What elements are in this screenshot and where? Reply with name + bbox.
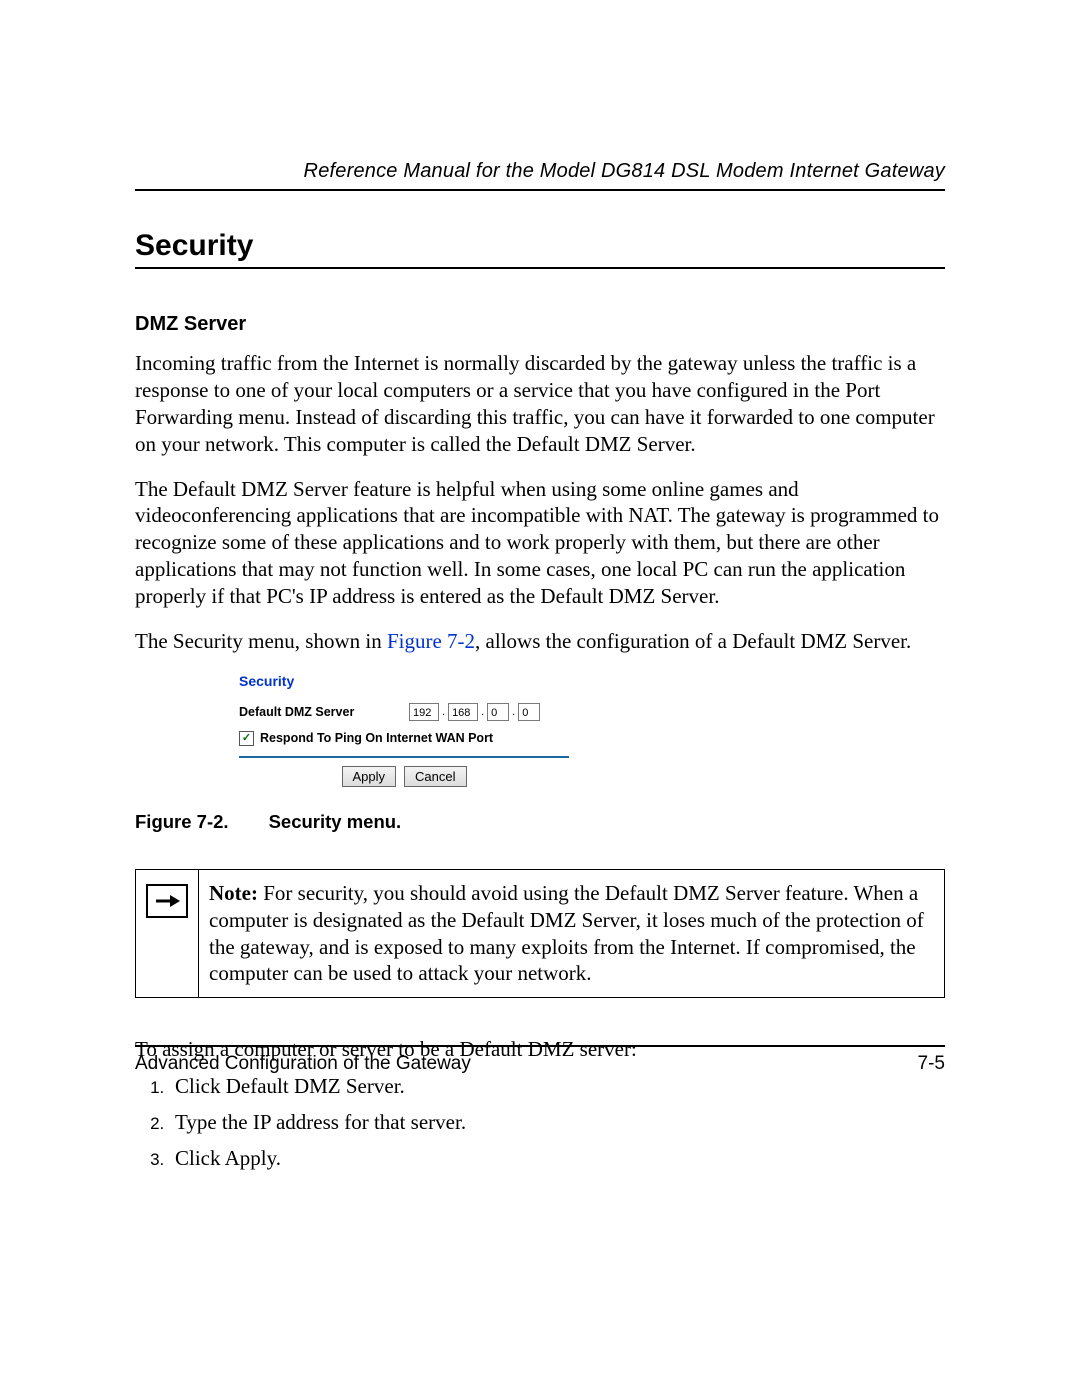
respond-ping-label: Respond To Ping On Internet WAN Port: [260, 731, 493, 745]
ip-dot: .: [442, 706, 445, 718]
footer-page-number: 7-5: [918, 1053, 945, 1075]
dmz-label: Default DMZ Server: [239, 705, 409, 719]
respond-ping-checkbox[interactable]: ✓: [239, 731, 254, 746]
para3-text-b: , allows the configuration of a Default …: [475, 629, 911, 653]
note-label: Note:: [209, 881, 258, 905]
note-icon-cell: [136, 870, 199, 998]
panel-heading: Security: [239, 673, 589, 689]
panel-divider: [239, 756, 569, 758]
header-rule: [135, 189, 945, 191]
figure-reference-link[interactable]: Figure 7-2: [387, 629, 475, 653]
running-header: Reference Manual for the Model DG814 DSL…: [135, 160, 945, 183]
dmz-ip-octet-3[interactable]: 0: [487, 703, 509, 721]
ip-dot: .: [512, 706, 515, 718]
apply-button[interactable]: Apply: [342, 766, 397, 787]
security-panel: Security Default DMZ Server 192 . 168 . …: [239, 673, 589, 787]
dmz-ip-octet-1[interactable]: 192: [409, 703, 439, 721]
ip-dot: .: [481, 706, 484, 718]
figure-title: Security menu.: [269, 811, 402, 832]
footer-rule: [135, 1045, 945, 1047]
footer-chapter: Advanced Configuration of the Gateway: [135, 1053, 471, 1075]
cancel-button[interactable]: Cancel: [404, 766, 466, 787]
step-3: Click Apply.: [169, 1141, 945, 1177]
note-box: Note: For security, you should avoid usi…: [135, 869, 945, 999]
figure-number: Figure 7-2.: [135, 811, 229, 832]
paragraph-1: Incoming traffic from the Internet is no…: [135, 350, 945, 458]
dmz-ip-octet-4[interactable]: 0: [518, 703, 540, 721]
note-body: For security, you should avoid using the…: [209, 881, 924, 986]
section-title: Security: [135, 229, 945, 263]
paragraph-2: The Default DMZ Server feature is helpfu…: [135, 476, 945, 610]
arrow-icon: [146, 884, 188, 918]
panel-button-row: Apply Cancel: [239, 766, 569, 787]
paragraph-3: The Security menu, shown in Figure 7-2, …: [135, 628, 945, 655]
page-footer: Advanced Configuration of the Gateway 7-…: [135, 1045, 945, 1075]
steps-list: Click Default DMZ Server. Type the IP ad…: [135, 1069, 945, 1176]
step-2: Type the IP address for that server.: [169, 1105, 945, 1141]
dmz-ip-input-group: 192 . 168 . 0 . 0: [409, 703, 540, 721]
dmz-row: Default DMZ Server 192 . 168 . 0 . 0: [239, 703, 589, 721]
dmz-ip-octet-2[interactable]: 168: [448, 703, 478, 721]
para3-text-a: The Security menu, shown in: [135, 629, 387, 653]
section-rule: [135, 267, 945, 269]
respond-ping-row: ✓ Respond To Ping On Internet WAN Port: [239, 731, 589, 746]
figure-caption: Figure 7-2. Security menu.: [135, 811, 945, 833]
subsection-title: DMZ Server: [135, 313, 945, 336]
note-text: Note: For security, you should avoid usi…: [199, 870, 944, 998]
